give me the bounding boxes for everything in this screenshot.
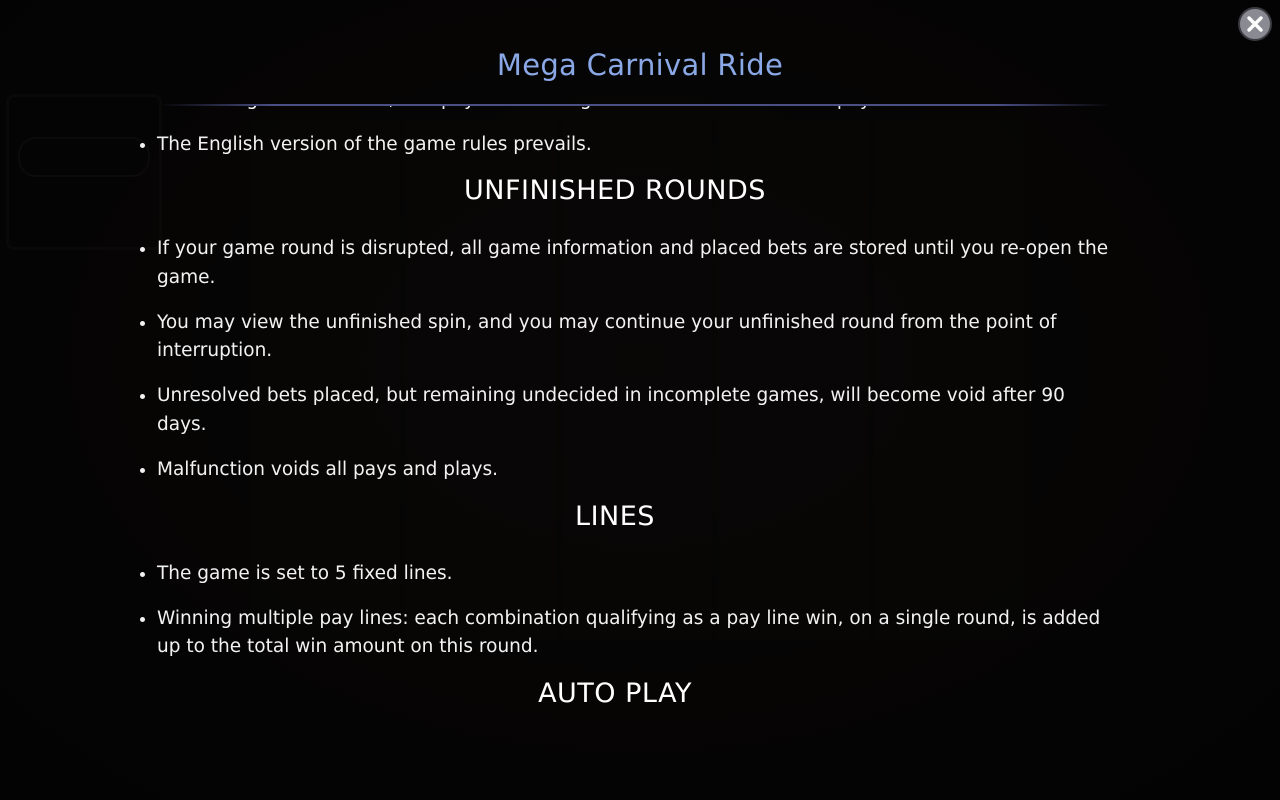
list-item: If your game round is disrupted, all gam… — [157, 235, 1120, 292]
rules-content[interactable]: All winning combinations, and payouts in… — [0, 106, 1280, 800]
unfinished-rounds-list: If your game round is disrupted, all gam… — [130, 235, 1120, 484]
section-heading-lines: LINES — [575, 500, 655, 532]
list-item: Malfunction voids all pays and plays. — [157, 456, 1120, 485]
section-heading-unfinished-rounds: UNFINISHED ROUNDS — [464, 175, 766, 206]
rules-scroll-area: All winning combinations, and payouts in… — [130, 106, 1120, 709]
list-item: All winning combinations, and payouts in… — [157, 106, 1120, 115]
list-item: The English version of the game rules pr… — [157, 131, 1120, 160]
lines-list: The game is set to 5 fixed lines. Winnin… — [130, 560, 1120, 662]
list-item: The game is set to 5 fixed lines. — [157, 560, 1120, 589]
list-item: Winning multiple pay lines: each combina… — [157, 605, 1120, 662]
list-item: Unresolved bets placed, but remaining un… — [157, 382, 1120, 439]
modal-title: Mega Carnival Ride — [496, 48, 784, 82]
close-button[interactable] — [1238, 7, 1272, 41]
game-stage: Mega Carnival Ride All winning combinati… — [0, 0, 1280, 800]
list-item: You may view the unfinished spin, and yo… — [157, 309, 1120, 366]
section-heading-auto-play: AUTO PLAY — [538, 678, 692, 709]
intro-list: All winning combinations, and payouts in… — [130, 106, 1120, 160]
close-icon — [1247, 16, 1263, 32]
